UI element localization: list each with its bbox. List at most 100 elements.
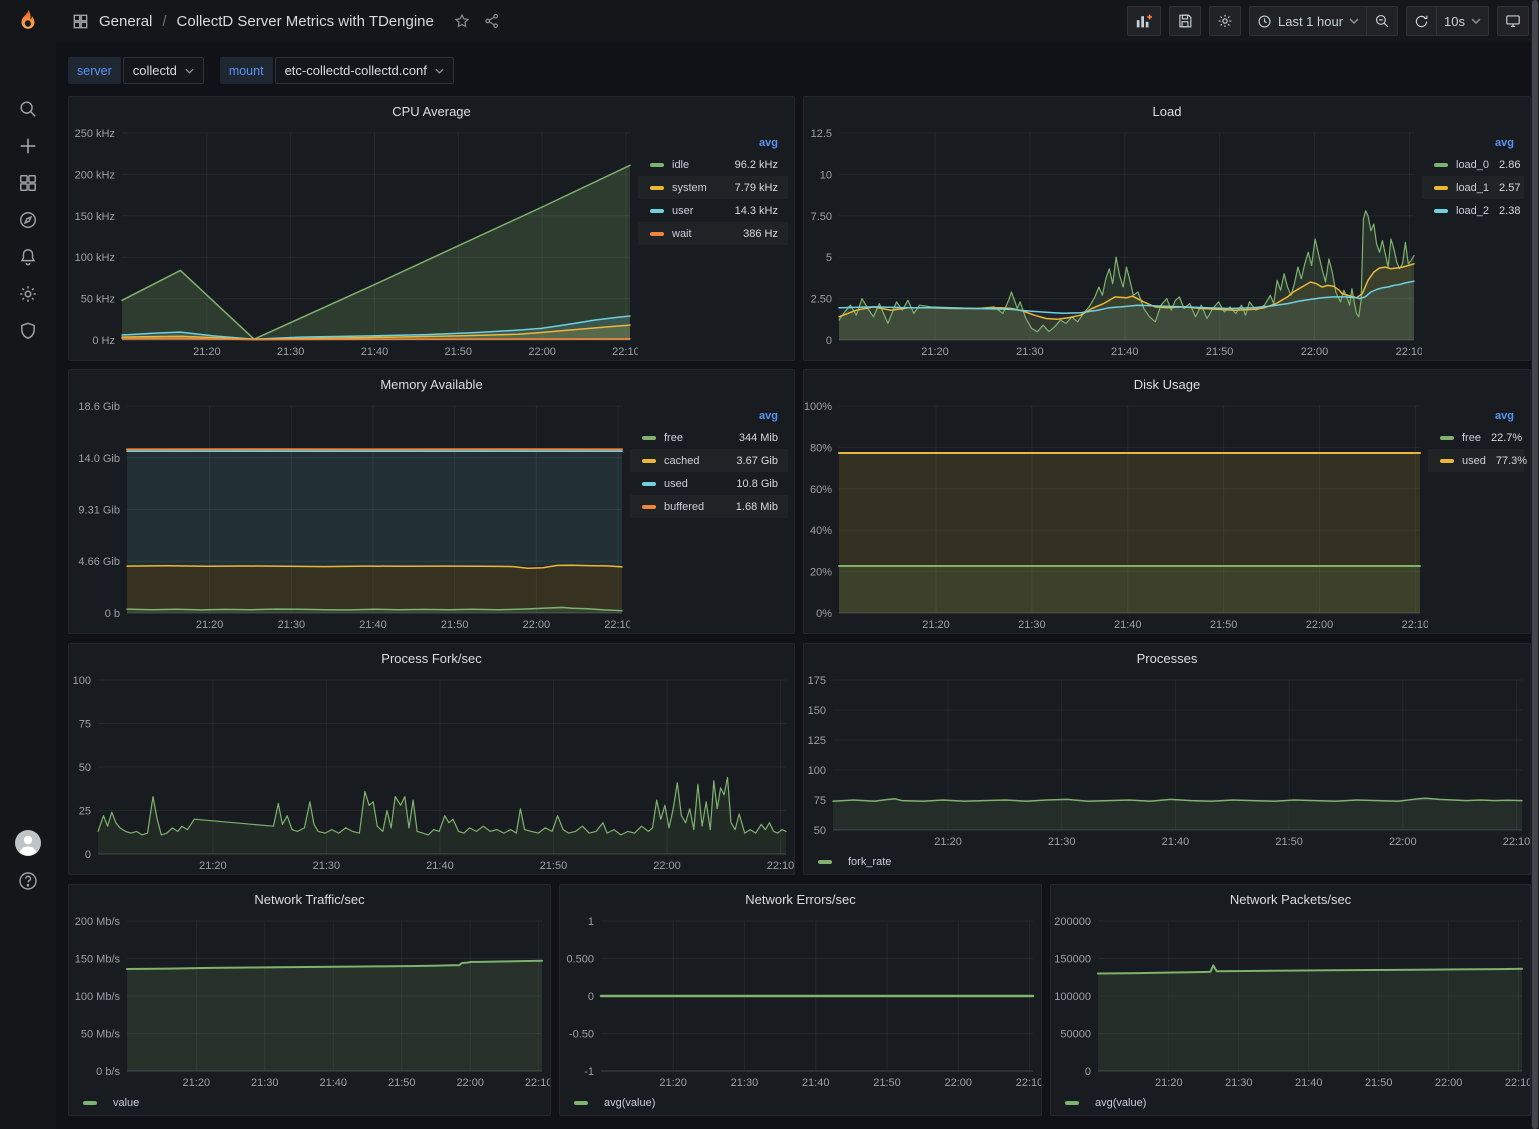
legend-item[interactable]: load_02.86 [1422,153,1524,176]
legend-item[interactable]: free344 Mib [630,426,788,449]
legend-label: wait [672,228,692,240]
sidebar-item-create[interactable] [0,127,56,164]
variable-value: etc-collectd-collectd.conf [285,63,427,78]
y-axis-label: 150 kHz [75,211,115,223]
add-panel-button[interactable] [1127,6,1161,36]
x-axis-label: 22:00 [1301,346,1329,358]
chart-plot[interactable]: 05000010000015000020000021:2021:3021:402… [1051,913,1530,1091]
chart-svg[interactable]: -1-0.5000.500121:2021:3021:4021:5022:002… [560,913,1041,1091]
legend-item[interactable]: value [83,1097,139,1109]
panel-title[interactable]: Network Errors/sec [560,885,1041,913]
dashboards-grid-icon [18,173,38,193]
chart-svg[interactable]: 02.5057.501012.521:2021:3021:4021:5022:0… [804,125,1422,360]
chart-svg[interactable]: 0 b4.66 Gib9.31 Gib14.0 Gib18.6 Gib21:20… [69,398,630,633]
variable-mount-select[interactable]: etc-collectd-collectd.conf [275,57,454,84]
chart-svg[interactable]: 507510012515017521:2021:3021:4021:5022:0… [804,672,1530,850]
chart-svg[interactable]: 0 Hz50 kHz100 kHz150 kHz200 kHz250 kHz21… [69,125,638,360]
panel-title[interactable]: Memory Available [69,370,794,398]
legend-item[interactable]: load_12.57 [1422,176,1524,199]
legend-item[interactable]: free22.7% [1428,426,1524,449]
chart-plot[interactable]: 0%20%40%60%80%100%21:2021:3021:4021:5022… [804,398,1428,633]
chart-plot[interactable]: 0 b/s50 Mb/s100 Mb/s150 Mb/s200 Mb/s21:2… [69,913,550,1091]
breadcrumb-folder[interactable]: General [99,13,152,30]
y-axis-label: 150 Mb/s [75,954,121,966]
legend-item[interactable]: wait386 Hz [638,222,788,245]
chart-plot[interactable]: 507510012515017521:2021:3021:4021:5022:0… [804,672,1530,850]
panel-title[interactable]: Processes [804,644,1530,672]
legend-item[interactable]: load_22.38 [1422,199,1524,222]
legend-item[interactable]: cached3.67 Gib [630,449,788,472]
panel-title[interactable]: Disk Usage [804,370,1530,398]
legend-item[interactable]: user14.3 kHz [638,199,788,222]
share-icon[interactable] [484,13,500,29]
sidebar-item-dashboards[interactable] [0,164,56,201]
legend-item[interactable]: fork_rate [818,856,891,868]
legend-swatch [1434,163,1448,167]
x-axis-label: 21:20 [659,1077,687,1089]
y-axis-label: 0 b/s [96,1066,120,1078]
legend-item[interactable]: used10.8 Gib [630,472,788,495]
panel-body: 025507510021:2021:3021:4021:5022:0022:10 [69,672,794,874]
legend: avg(value) [560,1091,1041,1115]
y-axis-label: 0.500 [566,954,594,966]
zoom-out-button[interactable] [1366,6,1398,36]
legend-label: fork_rate [848,856,891,868]
legend-item[interactable]: idle96.2 kHz [638,153,788,176]
cycle-view-mode-button[interactable] [1497,6,1529,36]
dashboard-title[interactable]: CollectD Server Metrics with TDengine [177,13,434,30]
y-axis-label: 0 [588,991,594,1003]
sidebar-item-configuration[interactable] [0,275,56,312]
scrollbar-thumb[interactable] [1532,0,1538,1129]
legend: avgfree344 Mibcached3.67 Gibused10.8 Gib… [630,398,794,633]
user-avatar[interactable] [15,830,41,856]
chart-svg[interactable]: 0%20%40%60%80%100%21:2021:3021:4021:5022… [804,398,1428,633]
dashboard-settings-button[interactable] [1209,6,1241,36]
y-axis-label: 5 [826,252,832,264]
chart-plot[interactable]: 025507510021:2021:3021:4021:5022:0022:10 [69,672,794,874]
time-range-picker[interactable]: Last 1 hour [1249,6,1367,36]
scrollbar[interactable] [1531,0,1539,1129]
chart-plot[interactable]: 0 Hz50 kHz100 kHz150 kHz200 kHz250 kHz21… [69,125,638,360]
chart-plot[interactable]: 02.5057.501012.521:2021:3021:4021:5022:0… [804,125,1422,360]
legend-swatch [650,232,664,236]
variable-server-select[interactable]: collectd [123,57,204,84]
panel-title[interactable]: Load [804,97,1530,125]
panel-network-errors-sec: Network Errors/sec-1-0.5000.500121:2021:… [559,884,1042,1116]
sidebar-item-server-admin[interactable] [0,312,56,349]
chart-svg[interactable]: 0 b/s50 Mb/s100 Mb/s150 Mb/s200 Mb/s21:2… [69,913,550,1091]
legend-item[interactable]: avg(value) [1065,1097,1146,1109]
refresh-interval-picker[interactable]: 10s [1436,6,1489,36]
panel-title[interactable]: Network Packets/sec [1051,885,1530,913]
variable-label: server [68,57,121,84]
legend-item[interactable]: used77.3% [1428,449,1524,472]
save-dashboard-button[interactable] [1169,6,1201,36]
legend-item[interactable]: avg(value) [574,1097,655,1109]
y-axis-label: 12.5 [811,128,832,140]
legend-item[interactable]: system7.79 kHz [638,176,788,199]
legend-value: 2.86 [1489,159,1520,171]
sidebar-item-explore[interactable] [0,201,56,238]
panel-processes: Processes507510012515017521:2021:3021:40… [803,643,1531,875]
legend-label: used [664,478,688,490]
legend-label: user [672,205,693,217]
panel-body: 05000010000015000020000021:2021:3021:402… [1051,913,1530,1091]
panel-title[interactable]: CPU Average [69,97,794,125]
panel-network-traffic-sec: Network Traffic/sec0 b/s50 Mb/s100 Mb/s1… [68,884,551,1116]
chart-svg[interactable]: 05000010000015000020000021:2021:3021:402… [1051,913,1530,1091]
panel-network-packets-sec: Network Packets/sec050000100000150000200… [1050,884,1531,1116]
star-icon[interactable] [454,13,470,29]
chart-svg[interactable]: 025507510021:2021:3021:4021:5022:0022:10 [69,672,794,874]
grafana-logo-icon[interactable] [14,8,42,36]
sidebar-item-alerting[interactable] [0,238,56,275]
x-axis-label: 22:10 [612,346,638,358]
y-axis-label: 50 [814,825,826,837]
panel-title[interactable]: Process Fork/sec [69,644,794,672]
y-axis-label: 200000 [1054,916,1091,928]
refresh-button[interactable] [1406,6,1437,36]
sidebar-item-search[interactable] [0,90,56,127]
panel-title[interactable]: Network Traffic/sec [69,885,550,913]
legend-item[interactable]: buffered1.68 Mib [630,495,788,518]
sidebar-item-help[interactable] [17,868,39,894]
chart-plot[interactable]: 0 b4.66 Gib9.31 Gib14.0 Gib18.6 Gib21:20… [69,398,630,633]
chart-plot[interactable]: -1-0.5000.500121:2021:3021:4021:5022:002… [560,913,1041,1091]
